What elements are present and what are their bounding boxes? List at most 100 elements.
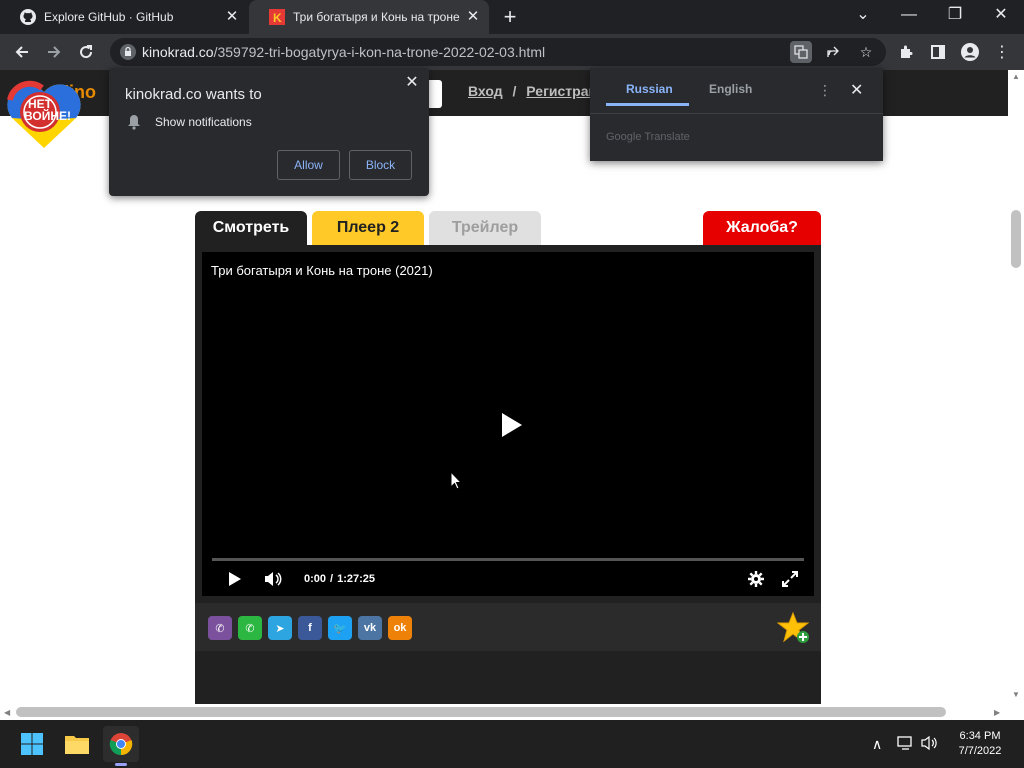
add-favorite-star-icon[interactable] [776,611,811,645]
tab-trailer[interactable]: Трейлер [429,211,541,245]
permission-text: Show notifications [155,115,252,129]
login-link[interactable]: Вход [468,83,503,99]
share-telegram-icon[interactable]: ➤ [268,616,292,640]
share-facebook-icon[interactable]: f [298,616,322,640]
chrome-taskbar-icon[interactable] [103,726,139,766]
chrome-menu-icon[interactable]: ⋮ [988,38,1016,66]
extensions-icon[interactable] [892,38,920,66]
allow-button[interactable]: Allow [277,150,340,180]
screen: { "browser": { "tabs": [ {"title": "Expl… [0,0,1024,768]
bell-icon [127,114,141,130]
window-close-icon[interactable]: ✕ [978,0,1024,34]
browser-toolbar: kinokrad.co/359792-tri-bogatyrya-i-kon-n… [0,34,1024,70]
no-war-badge: НЕТ ВОЙНЕ! [2,78,86,150]
translate-close-icon[interactable]: ✕ [850,80,863,100]
tab-close-icon[interactable]: ✕ [465,9,481,25]
duration: 1:27:25 [337,573,376,585]
video-player[interactable]: Три богатыря и Конь на троне (2021) 0:00… [202,252,814,596]
time-display: 0:00 / 1:27:25 [304,568,375,590]
side-panel-icon[interactable] [924,38,952,66]
horizontal-scroll-thumb[interactable] [16,707,946,717]
back-icon[interactable] [8,38,36,66]
scroll-left-icon[interactable]: ◀ [4,708,10,717]
reload-icon[interactable] [72,38,100,66]
translate-tab-target[interactable]: English [709,82,752,96]
taskbar-clock[interactable]: 6:34 PM 7/7/2022 [944,729,1016,759]
windows-start-icon[interactable] [14,726,50,762]
tab-player2[interactable]: Плеер 2 [312,211,424,245]
lock-icon[interactable] [120,44,136,60]
tab-github[interactable]: Explore GitHub · GitHub ✕ [0,0,248,34]
prompt-title: kinokrad.co wants to [125,86,262,103]
clock-date: 7/7/2022 [958,745,1002,757]
clock-time: 6:34 PM [959,730,1001,742]
horizontal-scrollbar[interactable]: ◀ ▶ [0,704,1024,720]
github-icon [20,9,36,25]
tray-overflow-icon[interactable]: ∧ [872,736,882,753]
new-tab-icon[interactable]: + [498,5,522,29]
divider [590,113,883,114]
share-icon[interactable] [822,41,844,63]
active-tab-indicator [606,103,689,106]
profile-icon[interactable] [956,38,984,66]
progress-bar[interactable] [212,558,804,561]
translate-tab-source[interactable]: Russian [626,82,673,96]
vertical-scroll-thumb[interactable] [1011,210,1021,268]
address-bar[interactable]: kinokrad.co/359792-tri-bogatyrya-i-kon-n… [110,38,886,66]
auth-separator: / [512,83,517,99]
complaint-button[interactable]: Жалоба? [703,211,821,245]
player-container: Три богатыря и Конь на троне (2021) 0:00… [195,245,821,704]
block-button[interactable]: Block [349,150,412,180]
player-tabs: Смотреть Плеер 2 Трейлер Жалоба? [195,211,821,245]
register-link[interactable]: Регистрац [526,83,597,99]
notification-permission-prompt: kinokrad.co wants to ✕ Show notification… [109,68,429,196]
tab-watch[interactable]: Смотреть [195,211,307,245]
url-host: kinokrad.co [142,44,214,60]
auth-links: Вход / Регистрац [468,83,597,99]
share-viber-icon[interactable]: ✆ [208,616,232,640]
volume-tray-icon[interactable] [921,735,939,753]
current-time: 0:00 [304,573,327,585]
tab-title: Explore GitHub · GitHub [44,10,174,24]
restore-icon[interactable]: ❐ [932,0,978,34]
tab-close-icon[interactable]: ✕ [224,9,240,25]
bookmark-star-icon[interactable]: ☆ [855,41,877,63]
kinokrad-favicon-icon: K [269,9,285,25]
scroll-down-icon[interactable]: ▼ [1012,690,1020,699]
share-twitter-icon[interactable]: 🐦 [328,616,352,640]
scroll-right-icon[interactable]: ▶ [994,708,1000,717]
tab-kinokrad[interactable]: K Три богатыря и Конь на троне (2 ✕ [249,0,489,34]
url-text: kinokrad.co/359792-tri-bogatyrya-i-kon-n… [142,44,545,60]
share-bar: ✆ ✆ ➤ f 🐦 vk ok [195,603,821,651]
translate-menu-icon[interactable]: ⋮ [818,82,832,99]
share-vk-icon[interactable]: vk [358,616,382,640]
url-path: /359792-tri-bogatyrya-i-kon-na-trone-202… [213,44,546,60]
settings-gear-icon[interactable] [748,568,764,590]
play-icon[interactable] [228,568,242,590]
fullscreen-icon[interactable] [782,568,798,590]
active-app-indicator [115,763,127,766]
file-explorer-icon[interactable] [59,726,95,762]
time-separator: / [330,573,334,585]
volume-icon[interactable] [264,568,282,590]
google-translate-label: Google Translate [606,131,690,143]
badge-text: НЕТ ВОЙНЕ! [24,97,71,123]
share-odnoklassniki-icon[interactable]: ok [388,616,412,640]
forward-icon[interactable] [40,38,68,66]
windows-taskbar: ∧ 6:34 PM 7/7/2022 [0,720,1024,768]
svg-text:K: K [273,11,282,25]
scroll-up-icon[interactable]: ▲ [1012,72,1020,81]
vertical-scrollbar[interactable]: ▲ ▼ [1008,70,1024,704]
tab-search-icon[interactable]: ⌄ [840,0,886,34]
translate-icon[interactable] [790,41,812,63]
big-play-icon[interactable] [500,411,524,439]
prompt-close-icon[interactable]: ✕ [403,74,421,92]
browser-tabstrip: Explore GitHub · GitHub ✕ K Три богатыря… [0,0,1024,34]
tab-title: Три богатыря и Конь на троне (2 [293,10,463,24]
translate-bubble: Russian English ⋮ ✕ Google Translate [590,68,883,161]
video-title: Три богатыря и Конь на троне (2021) [211,263,433,278]
network-icon[interactable] [897,736,915,753]
minimize-icon[interactable]: — [886,0,932,34]
mouse-cursor-icon [450,470,463,490]
share-whatsapp-icon[interactable]: ✆ [238,616,262,640]
